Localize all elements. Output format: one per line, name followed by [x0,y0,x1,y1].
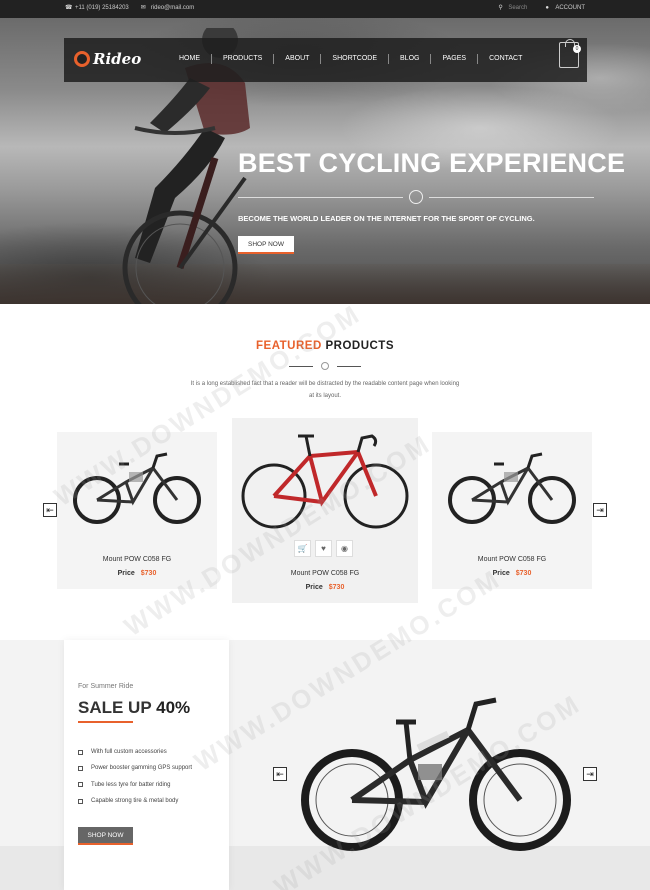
product-name[interactable]: Mount POW C058 FG [57,556,217,563]
product-card[interactable]: Mount POW C058 FG Price $730 [432,432,592,589]
featured-title-rest: PRODUCTS [325,340,394,352]
nav-about[interactable]: ABOUT [274,54,322,64]
nav-blog[interactable]: BLOG [389,54,432,64]
product-name[interactable]: Mount POW C058 FG [432,556,592,563]
list-item: With full custom accessories [78,744,192,760]
price-label: Price [117,570,135,577]
sale-heading: SALE UP 40% [78,698,190,718]
gear-icon [409,190,423,204]
hero-divider [238,190,594,204]
eye-icon[interactable]: ◉ [336,540,353,557]
road-bike-image [241,434,409,529]
price-label: Price [492,570,510,577]
mountain-bike-image [448,452,576,524]
gear-icon [321,362,329,370]
shopping-bag-button[interactable]: 0 [559,39,581,68]
list-item: Power booster gamming GPS support [78,760,192,776]
sale-kicker: For Summer Ride [78,683,134,690]
product-price: Price $730 [232,584,418,591]
sale-underline [78,721,133,723]
top-bar: ☎ +11 (019) 25184203 ✉ rideo@mail.com ⚲ … [0,0,650,18]
mail-icon: ✉ [140,5,146,11]
price-label: Price [305,584,323,591]
hero-subtitle: BECOME THE WORLD LEADER ON THE INTERNET … [238,214,535,223]
featured-divider [289,361,361,371]
list-item: Capable strong tire & metal body [78,793,192,809]
sale-percent: 40% [156,698,191,717]
phone-icon: ☎ [65,5,73,11]
sale-next-arrow[interactable]: ⇥ [583,767,597,781]
price-value: $730 [140,570,157,577]
account-label: ACCOUNT [555,5,585,11]
product-actions: 🛒 ♥ ◉ [294,540,353,557]
square-bullet-icon [78,749,83,755]
user-icon: ● [545,5,549,11]
logo[interactable]: Rideo [74,50,141,68]
hero-shop-now-button[interactable]: SHOP NOW [238,236,294,254]
nav-home[interactable]: HOME [168,54,212,64]
square-bullet-icon [78,765,83,771]
search-icon: ⚲ [498,5,503,11]
search-label: Search [508,5,528,11]
cart-count-badge: 0 [573,45,581,53]
mountain-bike-image [73,452,201,524]
product-price: Price $730 [57,570,217,577]
carousel-prev-arrow[interactable]: ⇤ [43,503,57,517]
sale-panel: For Summer Ride SALE UP 40% With full cu… [64,640,229,890]
featured-title-accent: FEATURED [256,340,322,352]
product-price: Price $730 [432,570,592,577]
email-contact[interactable]: ✉ rideo@mail.com [141,5,194,11]
featured-mountain-bike-image [301,697,571,851]
email-text: rideo@mail.com [150,5,195,11]
price-value: $730 [515,570,532,577]
heart-icon[interactable]: ♥ [315,540,332,557]
sale-shop-now-button[interactable]: SHOP NOW [78,827,133,845]
product-card[interactable]: Mount POW C058 FG Price $730 [57,432,217,589]
hero-banner: Rideo HOME PRODUCTS ABOUT SHORTCODE BLOG… [0,18,650,304]
sale-feature-list: With full custom accessories Power boost… [78,744,192,809]
phone-contact[interactable]: ☎ +11 (019) 25184203 [65,5,129,11]
gear-logo-icon [74,51,90,67]
product-name[interactable]: Mount POW C058 FG [232,570,418,577]
product-card-featured[interactable]: 🛒 ♥ ◉ Mount POW C058 FG Price $730 [232,418,418,603]
price-value: $730 [328,584,345,591]
carousel-next-arrow[interactable]: ⇥ [593,503,607,517]
nav-shortcode[interactable]: SHORTCODE [321,54,390,64]
square-bullet-icon [78,798,83,804]
hero-title: BEST CYCLING EXPERIENCE [238,148,626,178]
search-link[interactable]: ⚲ Search [498,5,527,11]
square-bullet-icon [78,782,83,788]
cart-icon[interactable]: 🛒 [294,540,311,557]
featured-title: FEATURED PRODUCTS [0,340,650,352]
phone-text: +11 (019) 25184203 [75,5,129,11]
account-link[interactable]: ● ACCOUNT [545,5,585,11]
nav-pages[interactable]: PAGES [431,54,479,64]
nav-menu: HOME PRODUCTS ABOUT SHORTCODE BLOG PAGES… [168,54,533,64]
featured-description: It is a long established fact that a rea… [190,381,460,399]
logo-text: Rideo [93,50,142,68]
nav-products[interactable]: PRODUCTS [212,54,275,64]
sale-prev-arrow[interactable]: ⇤ [273,767,287,781]
sale-heading-text: SALE UP [78,698,152,717]
list-item: Tube less tyre for batter riding [78,777,192,793]
main-navbar: Rideo HOME PRODUCTS ABOUT SHORTCODE BLOG… [64,38,587,82]
nav-contact[interactable]: CONTACT [478,54,533,64]
